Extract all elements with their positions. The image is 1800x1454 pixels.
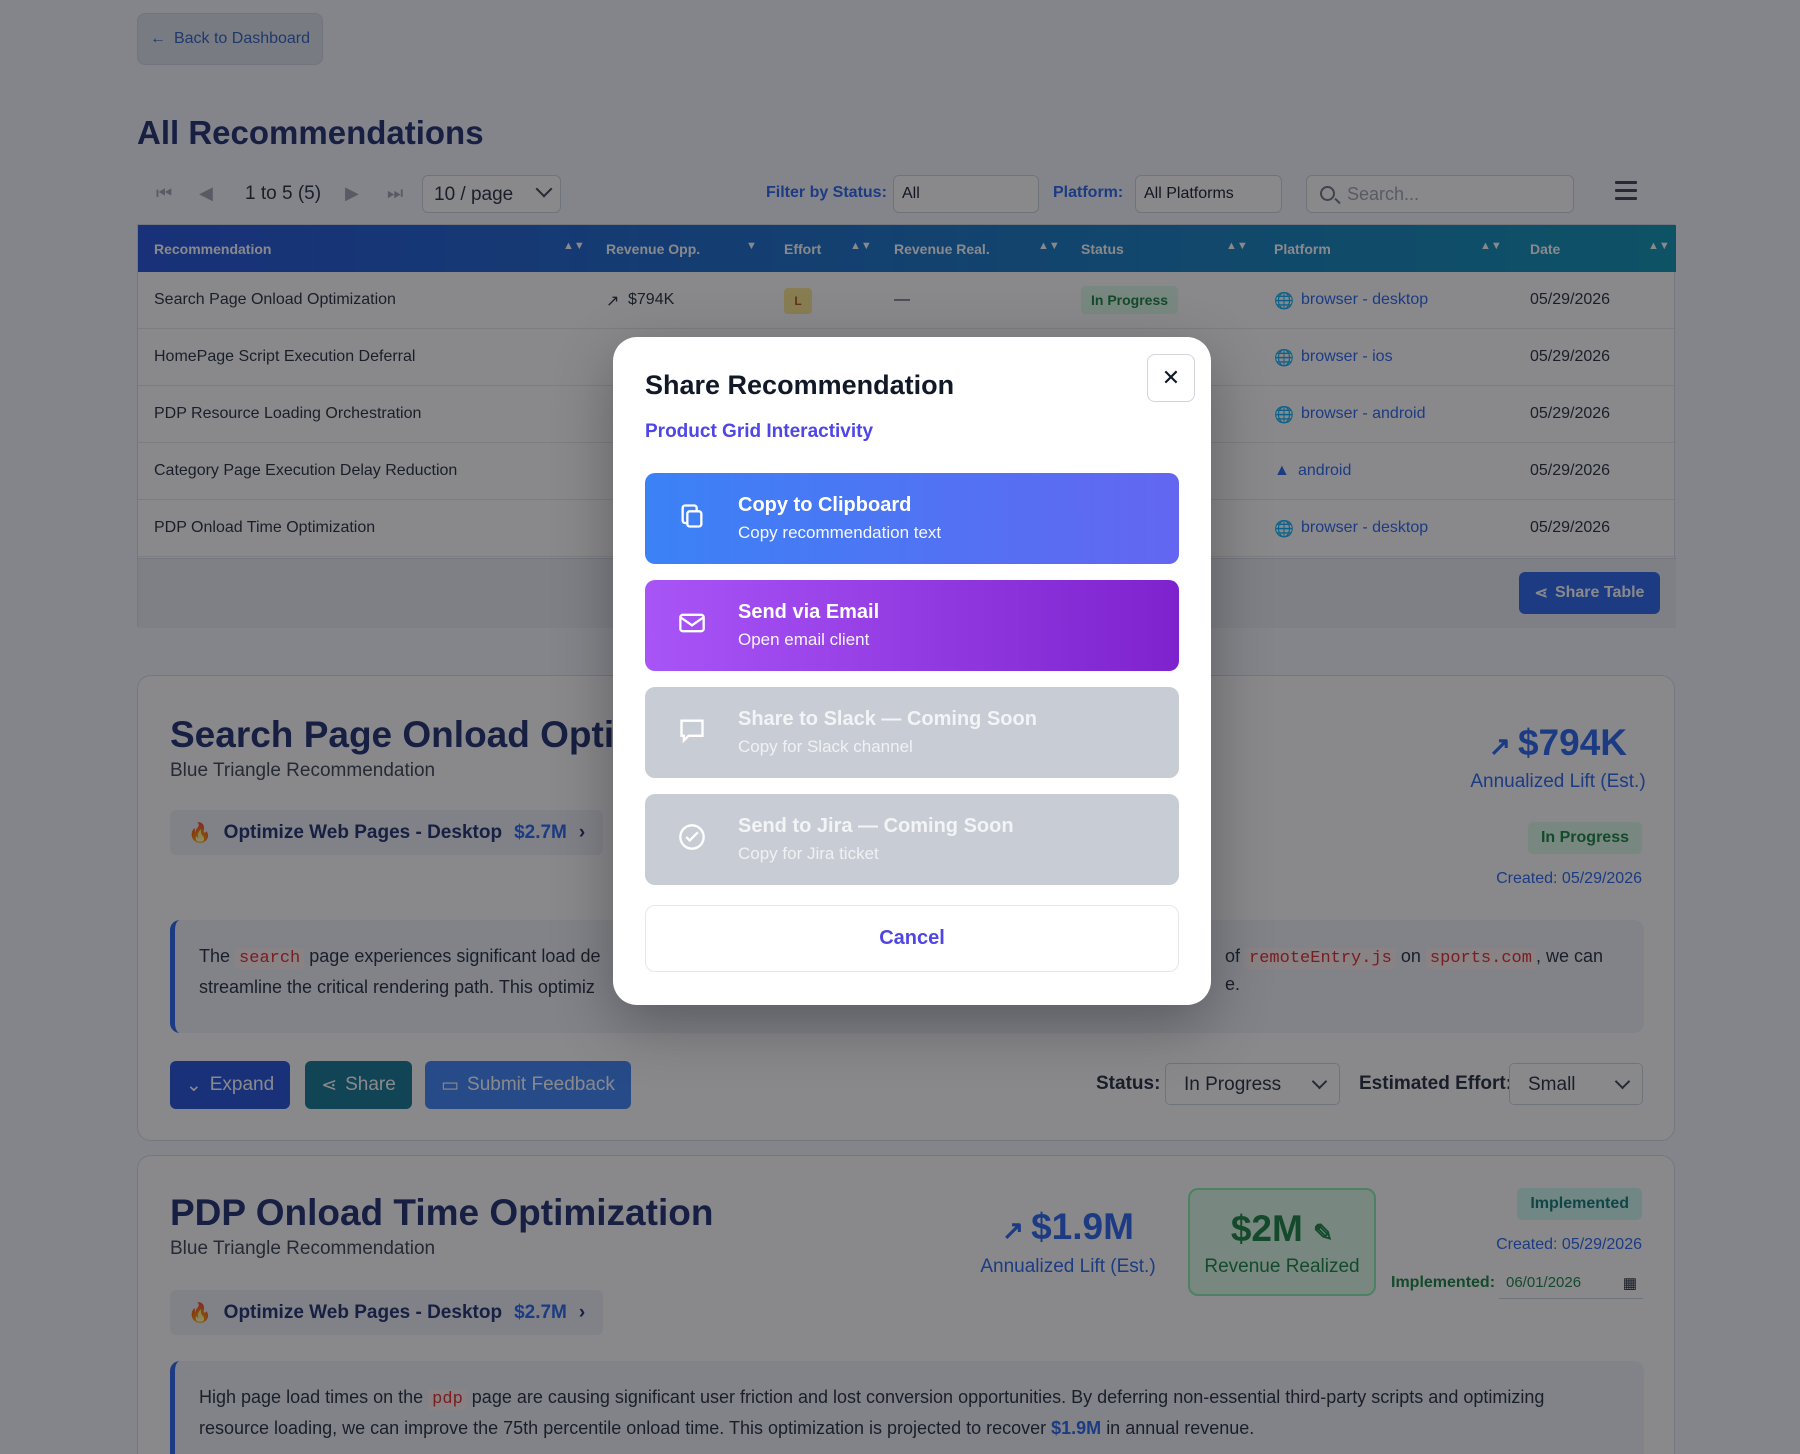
copy-to-clipboard-button[interactable]: Copy to Clipboard Copy recommendation te…: [645, 473, 1179, 564]
check-circle-icon: [679, 824, 705, 850]
close-icon: ✕: [1161, 365, 1181, 390]
modal-title: Share Recommendation: [645, 370, 955, 400]
share-modal: Share Recommendation ✕ Product Grid Inte…: [613, 337, 1211, 1005]
send-to-jira-button[interactable]: Send to Jira — Coming Soon Copy for Jira…: [645, 794, 1179, 885]
close-button[interactable]: ✕: [1147, 354, 1195, 402]
modal-subtitle: Product Grid Interactivity: [645, 421, 874, 442]
send-via-email-button[interactable]: Send via Email Open email client: [645, 580, 1179, 671]
share-to-slack-button[interactable]: Share to Slack — Coming Soon Copy for Sl…: [645, 687, 1179, 778]
copy-icon: [681, 504, 703, 528]
cancel-button[interactable]: Cancel: [645, 905, 1179, 972]
chat-icon: [680, 719, 704, 744]
mail-icon: [679, 613, 705, 633]
